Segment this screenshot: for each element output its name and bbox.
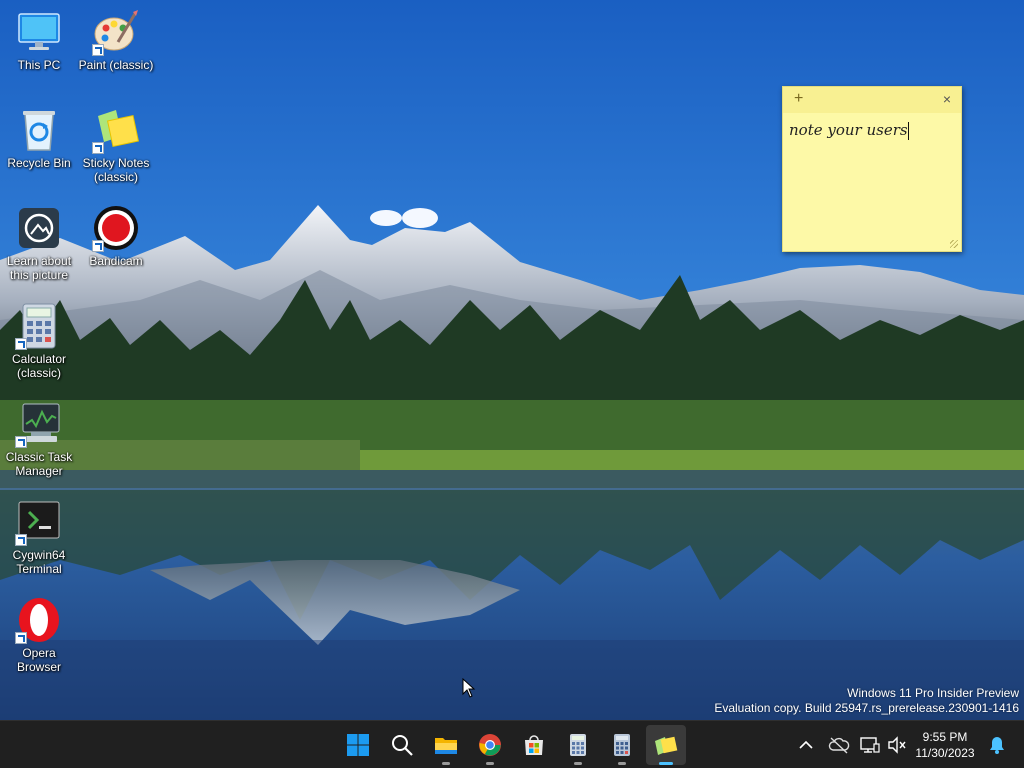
notifications-button[interactable] bbox=[986, 734, 1008, 756]
text-caret bbox=[907, 122, 909, 140]
watermark-build: Evaluation copy. Build 25947.rs_prerelea… bbox=[714, 701, 1019, 715]
running-indicator bbox=[659, 762, 673, 765]
bell-icon bbox=[990, 737, 1004, 754]
running-indicator bbox=[618, 762, 626, 765]
desktop-icon-task-manager[interactable]: Classic Task Manager bbox=[1, 400, 77, 478]
taskbar-app-calculator[interactable] bbox=[558, 725, 598, 765]
shortcut-arrow-icon bbox=[92, 240, 104, 252]
windows-start-icon bbox=[347, 734, 369, 756]
resize-grip-icon[interactable] bbox=[950, 240, 958, 248]
search-icon bbox=[392, 735, 413, 756]
volume-muted-icon bbox=[888, 736, 906, 754]
watermark-edition: Windows 11 Pro Insider Preview bbox=[847, 686, 1019, 700]
desktop-icon-calculator[interactable]: Calculator (classic) bbox=[1, 302, 77, 380]
desktop-icon-recycle-bin[interactable]: Recycle Bin bbox=[1, 106, 77, 170]
recycle-bin-icon bbox=[15, 106, 63, 154]
sticky-note-text-area[interactable]: note your users bbox=[783, 113, 961, 148]
chevron-up-icon bbox=[799, 740, 813, 749]
shortcut-arrow-icon bbox=[15, 632, 27, 644]
computer-monitor-icon bbox=[15, 8, 63, 56]
file-explorer-icon bbox=[435, 738, 457, 754]
desktop-icon-label: Learn about this picture bbox=[6, 254, 72, 282]
desktop-icon-paint[interactable]: Paint (classic) bbox=[78, 8, 154, 72]
shortcut-arrow-icon bbox=[15, 338, 27, 350]
taskbar-app-file-explorer[interactable] bbox=[426, 725, 466, 765]
opera-icon bbox=[15, 596, 63, 644]
volume-button[interactable] bbox=[886, 734, 908, 756]
calculator-icon bbox=[570, 734, 586, 756]
running-indicator bbox=[486, 762, 494, 765]
desktop-icon-label: Calculator (classic) bbox=[11, 352, 67, 380]
taskbar-app-sticky-notes[interactable] bbox=[646, 725, 686, 765]
calculator-classic-icon bbox=[614, 734, 630, 756]
onedrive-status-button[interactable] bbox=[828, 734, 850, 756]
shortcut-arrow-icon bbox=[92, 142, 104, 154]
desktop-icon-label: Bandicam bbox=[89, 254, 143, 268]
desktop-icon-label: This PC bbox=[17, 58, 61, 72]
show-hidden-icons-button[interactable] bbox=[796, 735, 816, 755]
desktop-icon-label: Paint (classic) bbox=[78, 58, 154, 72]
sticky-note-window[interactable]: + × note your users bbox=[782, 86, 962, 252]
sticky-note-title-bar[interactable]: + × bbox=[783, 87, 961, 113]
desktop-icon-label: Opera Browser bbox=[16, 646, 61, 674]
taskbar-app-calculator-classic[interactable] bbox=[602, 725, 642, 765]
taskbar: 9:55 PM 11/30/2023 bbox=[0, 720, 1024, 768]
desktop-icon-opera-browser[interactable]: Opera Browser bbox=[1, 596, 77, 674]
running-indicator bbox=[442, 762, 450, 765]
shortcut-arrow-icon bbox=[15, 436, 27, 448]
desktop-icon-learn-about-picture[interactable]: Learn about this picture bbox=[1, 204, 77, 282]
desktop-icon-label: Classic Task Manager bbox=[5, 450, 73, 478]
shortcut-arrow-icon bbox=[92, 44, 104, 56]
network-status-button[interactable] bbox=[859, 734, 881, 756]
chrome-icon bbox=[479, 734, 501, 756]
mouse-pointer-icon bbox=[462, 677, 476, 703]
taskbar-app-chrome[interactable] bbox=[470, 725, 510, 765]
desktop-icon-label: Recycle Bin bbox=[7, 156, 71, 170]
clock-time: 9:55 PM bbox=[922, 730, 968, 744]
microsoft-store-icon bbox=[525, 735, 543, 755]
network-monitor-icon bbox=[860, 737, 880, 753]
cloud-off-icon bbox=[828, 737, 850, 754]
calculator-icon bbox=[15, 302, 63, 350]
sticky-note-text: note your users bbox=[789, 121, 908, 139]
desktop-icon-sticky-notes[interactable]: Sticky Notes (classic) bbox=[78, 106, 154, 184]
taskbar-search-button[interactable] bbox=[382, 725, 422, 765]
taskbar-clock[interactable]: 9:55 PM 11/30/2023 bbox=[912, 729, 978, 761]
add-note-button[interactable]: + bbox=[794, 90, 803, 108]
shortcut-arrow-icon bbox=[15, 534, 27, 546]
desktop-icon-label: Cygwin64 Terminal bbox=[12, 548, 66, 576]
paint-palette-icon bbox=[92, 8, 140, 56]
desktop-icon-bandicam[interactable]: Bandicam bbox=[78, 204, 154, 268]
sticky-notes-icon bbox=[655, 736, 678, 755]
os-watermark: Windows 11 Pro Insider Preview Evaluatio… bbox=[714, 686, 1019, 716]
camera-icon bbox=[15, 204, 63, 252]
taskbar-app-microsoft-store[interactable] bbox=[514, 725, 554, 765]
desktop-icon-cygwin-terminal[interactable]: Cygwin64 Terminal bbox=[1, 498, 77, 576]
terminal-icon bbox=[15, 498, 63, 546]
record-icon bbox=[92, 204, 140, 252]
clock-date: 11/30/2023 bbox=[915, 746, 975, 760]
task-manager-icon bbox=[15, 400, 63, 448]
close-note-button[interactable]: × bbox=[943, 91, 951, 107]
sticky-notes-icon bbox=[92, 106, 140, 154]
desktop-icon-this-pc[interactable]: This PC bbox=[1, 8, 77, 72]
running-indicator bbox=[574, 762, 582, 765]
desktop-icon-label: Sticky Notes (classic) bbox=[82, 156, 150, 184]
start-button[interactable] bbox=[338, 725, 378, 765]
